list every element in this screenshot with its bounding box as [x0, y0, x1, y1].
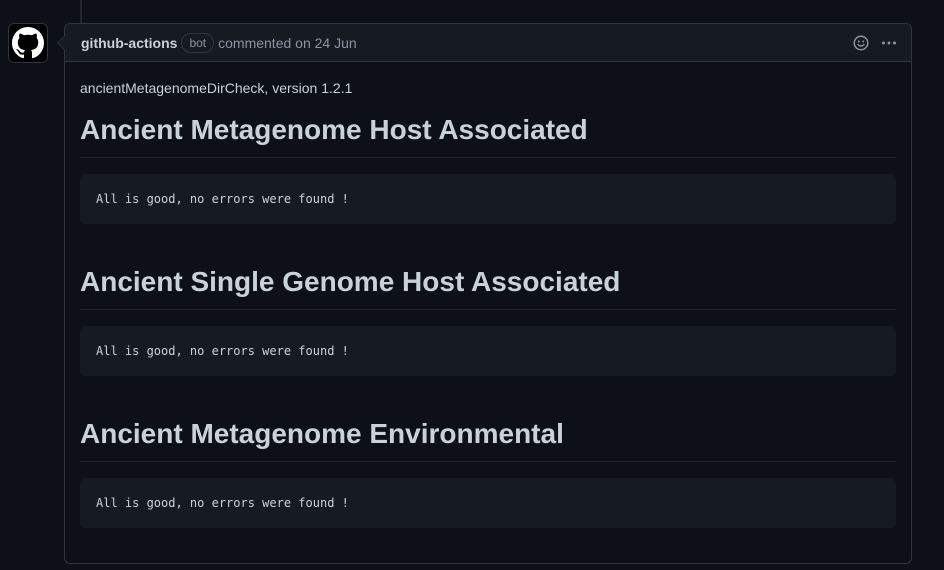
comment-timestamp[interactable]: commented on 24 Jun — [218, 35, 357, 51]
code-block: All is good, no errors were found ! — [80, 478, 896, 528]
avatar-image — [9, 24, 47, 62]
comment-actions — [853, 24, 897, 62]
author-link[interactable]: github-actions — [81, 35, 177, 51]
section-heading: Ancient Metagenome Environmental — [80, 416, 896, 462]
kebab-horizontal-icon — [882, 41, 896, 45]
comment-body: ancientMetagenomeDirCheck, version 1.2.1… — [65, 62, 911, 528]
comment-box: github-actions bot commented on 24 Jun a… — [57, 23, 912, 564]
github-octocat-icon — [12, 27, 44, 59]
bot-badge: bot — [181, 32, 215, 53]
timeline-connector — [80, 0, 82, 24]
comment-header: github-actions bot commented on 24 Jun — [65, 24, 911, 62]
code-block: All is good, no errors were found ! — [80, 174, 896, 224]
more-options-button[interactable] — [881, 35, 897, 51]
section-heading: Ancient Metagenome Host Associated — [80, 112, 896, 158]
section-single-genome-host-associated: Ancient Single Genome Host Associated Al… — [80, 264, 896, 376]
add-reaction-button[interactable] — [853, 35, 869, 51]
section-heading: Ancient Single Genome Host Associated — [80, 264, 896, 310]
code-block: All is good, no errors were found ! — [80, 326, 896, 376]
section-metagenome-environmental: Ancient Metagenome Environmental All is … — [80, 416, 896, 528]
smiley-icon — [853, 35, 869, 51]
section-metagenome-host-associated: Ancient Metagenome Host Associated All i… — [80, 112, 896, 224]
avatar[interactable] — [8, 23, 48, 63]
version-line: ancientMetagenomeDirCheck, version 1.2.1 — [80, 80, 353, 96]
